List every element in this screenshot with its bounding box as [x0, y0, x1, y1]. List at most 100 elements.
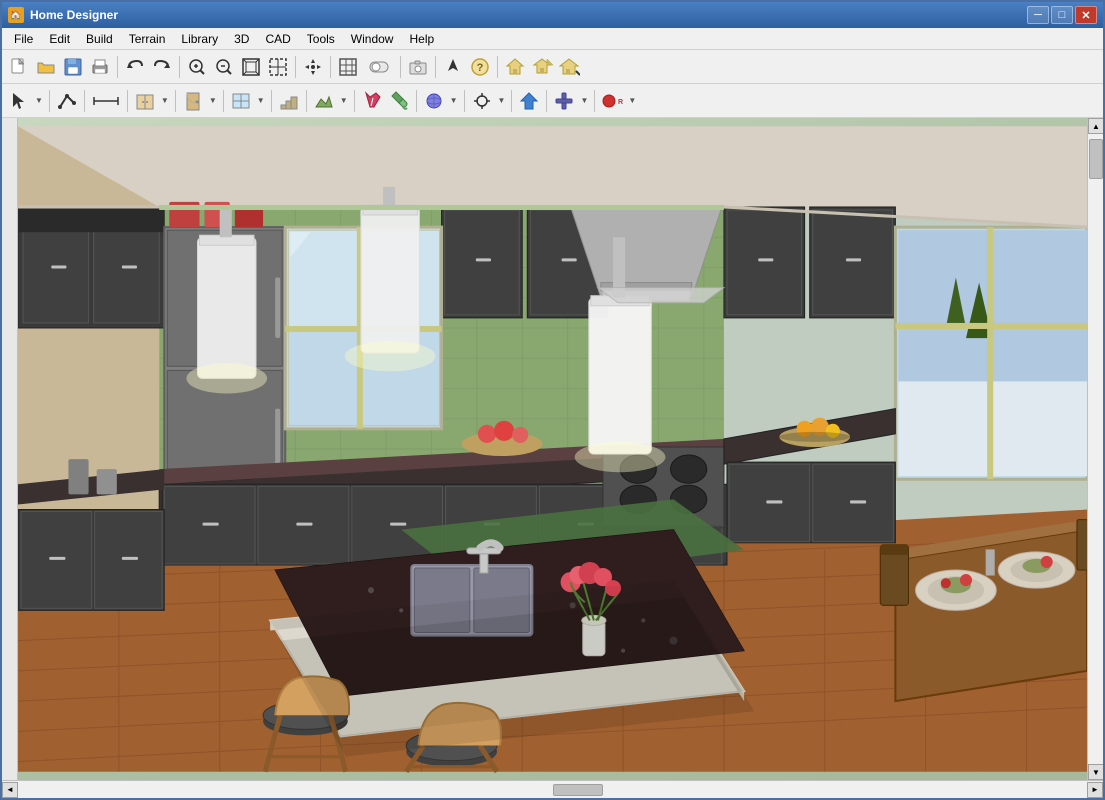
paint-tool[interactable]	[359, 88, 385, 114]
toolbar2-sep-7	[306, 90, 307, 112]
terrain-tool[interactable]	[311, 88, 337, 114]
app-icon: 🏠	[8, 7, 24, 23]
select-dropdown[interactable]: ▼	[33, 88, 45, 114]
camera-button[interactable]	[405, 54, 431, 80]
cross-dropdown[interactable]: ▼	[578, 88, 590, 114]
main-content-area: ▲ ▼	[2, 118, 1103, 780]
new-button[interactable]	[6, 54, 32, 80]
bottom-scrollbar-bar: ◄ ►	[2, 780, 1103, 798]
vertical-scrollbar: ▲ ▼	[1087, 118, 1103, 780]
scroll-right-button[interactable]: ►	[1087, 782, 1103, 798]
material-dropdown[interactable]: ▼	[448, 88, 460, 114]
toolbar-main: ?	[2, 50, 1103, 84]
cabinet-tool[interactable]	[132, 88, 158, 114]
menu-library[interactable]: Library	[173, 30, 226, 48]
redo-button[interactable]	[149, 54, 175, 80]
scroll-down-button[interactable]: ▼	[1088, 764, 1103, 780]
select-tool[interactable]	[6, 88, 32, 114]
toolbar2-sep-5	[223, 90, 224, 112]
minimize-button[interactable]: ─	[1027, 6, 1049, 24]
undo-button[interactable]	[122, 54, 148, 80]
scroll-track-horizontal[interactable]	[20, 783, 1085, 797]
record-dropdown[interactable]: ▼	[626, 88, 638, 114]
arrow-up-tool[interactable]	[516, 88, 542, 114]
menu-file[interactable]: File	[6, 30, 41, 48]
record-button[interactable]: REC	[599, 88, 625, 114]
toolbar2-sep-1	[49, 90, 50, 112]
menu-cad[interactable]: CAD	[257, 30, 298, 48]
toolbar2-sep-8	[354, 90, 355, 112]
scroll-up-button[interactable]: ▲	[1088, 118, 1103, 134]
ref-grid-button[interactable]	[335, 54, 361, 80]
svg-text:?: ?	[477, 62, 484, 74]
toolbar-sep-3	[295, 56, 296, 78]
menu-build[interactable]: Build	[78, 30, 121, 48]
toolbar-secondary: ▼ ▼ ▼ ▼	[2, 84, 1103, 118]
material-tool[interactable]	[421, 88, 447, 114]
cabinet-dropdown[interactable]: ▼	[159, 88, 171, 114]
toolbar2-sep-2	[84, 90, 85, 112]
menu-window[interactable]: Window	[343, 30, 402, 48]
pointer-up-button[interactable]	[440, 54, 466, 80]
menu-bar: File Edit Build Terrain Library 3D CAD T…	[2, 28, 1103, 50]
pan-button[interactable]	[300, 54, 326, 80]
kitchen-3d-scene	[18, 118, 1087, 780]
print-button[interactable]	[87, 54, 113, 80]
toolbar2-sep-4	[175, 90, 176, 112]
window-title: Home Designer	[30, 8, 1027, 22]
transform-dropdown[interactable]: ▼	[496, 88, 508, 114]
zoom-out-button[interactable]	[211, 54, 237, 80]
fill-window-button[interactable]	[238, 54, 264, 80]
maximize-button[interactable]: □	[1051, 6, 1073, 24]
canvas-area[interactable]	[18, 118, 1087, 780]
svg-text:REC: REC	[618, 99, 623, 106]
toolbar2-sep-9	[416, 90, 417, 112]
scroll-track-vertical[interactable]	[1088, 134, 1103, 764]
window-dropdown[interactable]: ▼	[255, 88, 267, 114]
toolbar-sep-7	[497, 56, 498, 78]
title-bar: 🏠 Home Designer ─ □ ✕	[2, 2, 1103, 28]
fill-tool[interactable]	[386, 88, 412, 114]
save-button[interactable]	[60, 54, 86, 80]
toolbar-sep-5	[400, 56, 401, 78]
menu-3d[interactable]: 3D	[226, 30, 257, 48]
toolbar-sep-4	[330, 56, 331, 78]
scene-svg	[18, 118, 1087, 780]
terrain-dropdown[interactable]: ▼	[338, 88, 350, 114]
zoom-in-button[interactable]	[184, 54, 210, 80]
toolbar2-sep-13	[594, 90, 595, 112]
scroll-left-button[interactable]: ◄	[2, 782, 18, 798]
menu-edit[interactable]: Edit	[41, 30, 78, 48]
dimension-tool[interactable]	[89, 88, 123, 114]
door-dropdown[interactable]: ▼	[207, 88, 219, 114]
scroll-thumb-horizontal[interactable]	[553, 784, 603, 796]
zoom-box-button[interactable]	[265, 54, 291, 80]
menu-tools[interactable]: Tools	[299, 30, 343, 48]
left-ruler	[2, 118, 18, 780]
toolbar-sep-1	[117, 56, 118, 78]
close-button[interactable]: ✕	[1075, 6, 1097, 24]
window-tool[interactable]	[228, 88, 254, 114]
help-button[interactable]: ?	[467, 54, 493, 80]
toolbar-sep-6	[435, 56, 436, 78]
toolbar-sep-2	[179, 56, 180, 78]
menu-help[interactable]: Help	[401, 30, 442, 48]
house-view-button[interactable]	[502, 54, 528, 80]
menu-terrain[interactable]: Terrain	[121, 30, 174, 48]
door-tool[interactable]	[180, 88, 206, 114]
toolbar2-sep-6	[271, 90, 272, 112]
transform-tool[interactable]	[469, 88, 495, 114]
scroll-thumb-vertical[interactable]	[1089, 139, 1103, 179]
polyline-tool[interactable]	[54, 88, 80, 114]
cross-tool[interactable]	[551, 88, 577, 114]
open-button[interactable]	[33, 54, 59, 80]
window-controls: ─ □ ✕	[1027, 6, 1097, 24]
toggle-button[interactable]	[362, 54, 396, 80]
toolbar2-sep-3	[127, 90, 128, 112]
house-select-button[interactable]	[556, 54, 582, 80]
house-3d-button[interactable]	[529, 54, 555, 80]
main-window: 🏠 Home Designer ─ □ ✕ File Edit Build Te…	[0, 0, 1105, 800]
toolbar2-sep-10	[464, 90, 465, 112]
toolbar2-sep-11	[511, 90, 512, 112]
stairs-tool[interactable]	[276, 88, 302, 114]
